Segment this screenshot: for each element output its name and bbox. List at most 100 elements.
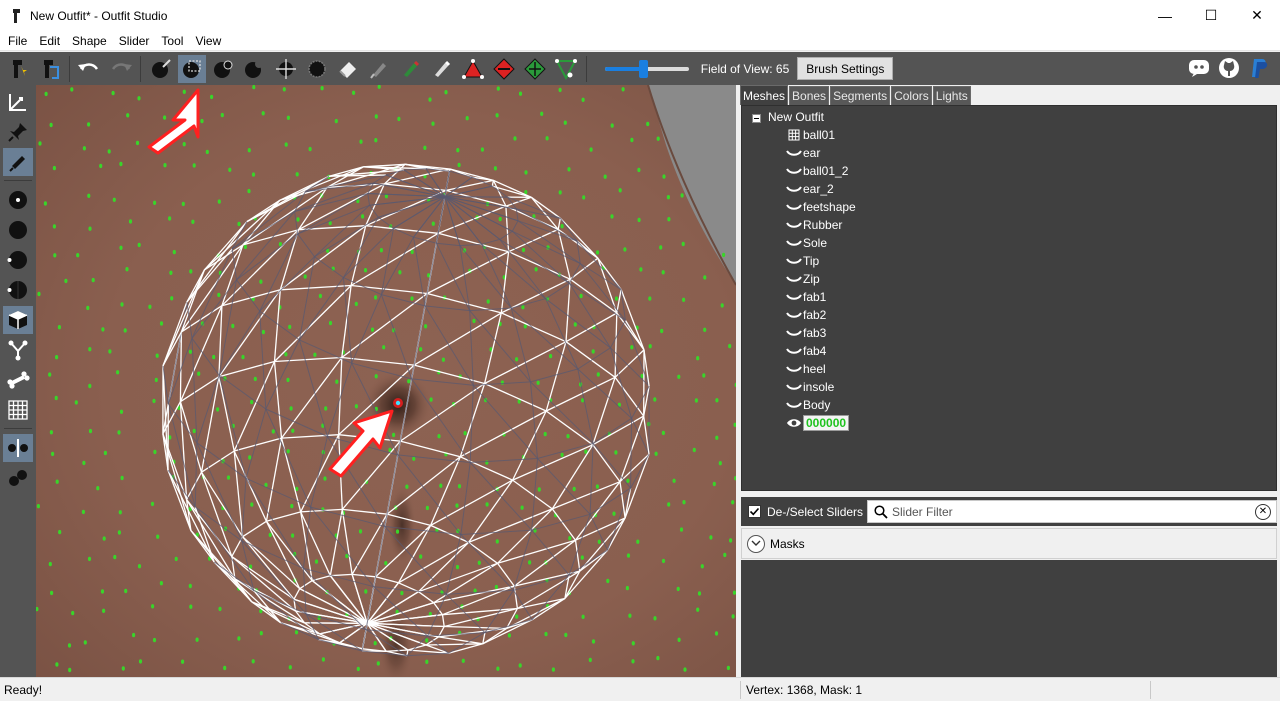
undo-icon[interactable] [75,55,103,83]
mesh-item[interactable]: Zip [786,270,820,288]
vertex-dot [731,500,735,505]
solid-icon[interactable] [3,216,33,244]
paypal-icon[interactable] [1245,54,1273,82]
flip-edge-icon[interactable] [490,55,518,83]
vertex-dot [374,114,378,119]
tab-segments[interactable]: Segments [830,86,891,105]
mesh-item[interactable]: fab2 [786,306,826,324]
move-brush-icon[interactable] [272,55,300,83]
visibility-closed-icon[interactable] [786,218,802,232]
mesh-item[interactable]: ear_2 [786,180,834,198]
visibility-closed-icon[interactable] [786,398,802,412]
visibility-closed-icon[interactable] [786,236,802,250]
cube-icon[interactable] [3,306,33,334]
eye-icon[interactable] [786,416,802,430]
pin-tool-icon[interactable] [3,118,33,146]
menu-file[interactable]: File [2,34,33,48]
clone-icon[interactable] [3,464,33,492]
github-icon[interactable] [1215,54,1243,82]
menu-slider[interactable]: Slider [113,34,156,48]
visibility-closed-icon[interactable] [786,182,802,196]
maximize-button[interactable]: ☐ [1188,0,1234,31]
mesh-item[interactable]: Body [786,396,830,414]
alpha-brush-icon[interactable] [427,55,455,83]
split-icon[interactable] [3,276,33,304]
outfit-studio-icon[interactable] [4,55,32,83]
masks-row[interactable]: Masks [741,528,1277,559]
vertex-dot [284,142,288,147]
menu-tool[interactable]: Tool [155,34,189,48]
chevron-down-icon[interactable] [747,534,765,553]
discord-icon[interactable] [1185,54,1213,82]
reference-icon[interactable] [35,55,63,83]
vertex-dot-icon[interactable] [3,186,33,214]
tab-bones[interactable]: Bones [789,86,830,105]
mesh-item[interactable]: fab3 [786,324,826,342]
visibility-closed-icon[interactable] [786,326,802,340]
vertex-dot [682,297,686,302]
visibility-closed-icon[interactable] [786,362,802,376]
mesh-item[interactable]: Sole [786,234,827,252]
tree-collapse-toggle[interactable] [752,114,761,123]
mesh-item[interactable]: Tip [786,252,819,270]
anchor-tool-icon[interactable] [3,88,33,116]
bone-node-icon[interactable] [3,336,33,364]
3d-viewport[interactable] [36,85,736,677]
slider-filter-input[interactable] [892,504,1255,519]
menu-edit[interactable]: Edit [33,34,66,48]
smooth-brush-icon[interactable] [303,55,331,83]
mirror-icon[interactable] [3,434,33,462]
mesh-item[interactable]: feetshape [786,198,856,216]
menu-shape[interactable]: Shape [66,34,113,48]
visibility-closed-icon[interactable] [786,308,802,322]
mesh-item[interactable]: ball01 [786,126,835,144]
mesh-item[interactable]: heel [786,360,826,378]
brush-tool-icon[interactable] [3,148,33,176]
mesh-item[interactable]: fab1 [786,288,826,306]
color-brush-icon[interactable] [396,55,424,83]
redo-icon[interactable] [107,55,135,83]
minimize-button[interactable]: — [1142,0,1188,31]
visibility-closed-icon[interactable] [786,146,802,160]
mesh-item[interactable]: ear [786,144,820,162]
half-icon[interactable] [3,246,33,274]
mask-brush-icon[interactable] [177,54,206,83]
mesh-item[interactable]: ball01_2 [786,162,848,180]
inflate-brush-icon[interactable] [209,55,237,83]
close-button[interactable]: ✕ [1234,0,1280,31]
undiff-brush-icon[interactable] [334,55,362,83]
visibility-closed-icon[interactable] [786,344,802,358]
mesh-item[interactable]: 000000 [786,414,850,432]
visibility-closed-icon[interactable] [786,254,802,268]
grid-icon[interactable] [3,396,33,424]
tab-lights[interactable]: Lights [932,86,971,105]
deselect-sliders-checkbox[interactable] [748,505,761,518]
tree-root[interactable]: New Outfit [768,108,824,126]
weight-brush-icon[interactable] [365,55,393,83]
deselect-sliders-toggle[interactable]: De-/Select Sliders [748,505,863,519]
tab-colors[interactable]: Colors [891,86,932,105]
tab-meshes[interactable]: Meshes [740,85,789,105]
visibility-closed-icon[interactable] [786,290,802,304]
visibility-closed-icon[interactable] [786,164,802,178]
vertex-dot [358,529,363,534]
mesh-item[interactable]: fab4 [786,342,826,360]
visibility-closed-icon[interactable] [786,380,802,394]
split-edge-icon[interactable] [521,55,549,83]
grid-mesh-icon[interactable] [786,128,802,142]
visibility-closed-icon[interactable] [786,200,802,214]
visibility-closed-icon[interactable] [786,272,802,286]
deflate-brush-icon[interactable] [240,55,268,83]
mesh-item[interactable]: Rubber [786,216,842,234]
collapse-vertex-icon[interactable] [459,55,487,83]
menu-view[interactable]: View [189,34,227,48]
brush-settings-button[interactable]: Brush Settings [797,57,894,80]
field-of-view-slider-thumb[interactable] [638,59,648,78]
bone-icon[interactable] [3,366,33,394]
select-brush-icon[interactable] [147,55,175,83]
mesh-item[interactable]: insole [786,378,834,396]
field-of-view-slider[interactable] [604,59,689,78]
clear-filter-icon[interactable]: ✕ [1255,503,1271,520]
vertex-dot [82,146,86,151]
move-vertex-icon[interactable] [552,55,580,83]
